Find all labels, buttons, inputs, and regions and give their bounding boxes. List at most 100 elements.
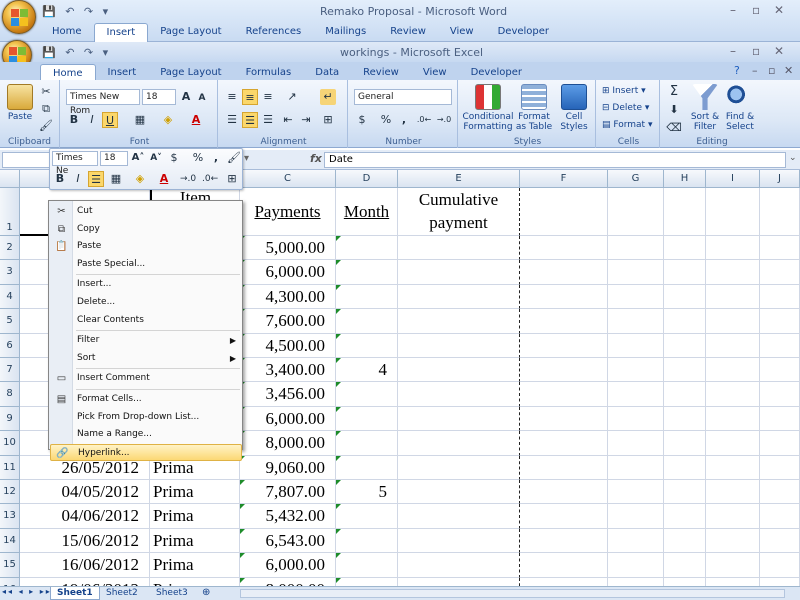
mini-grow-font-icon[interactable]: A˄ xyxy=(130,150,146,166)
shrink-font-button[interactable]: A xyxy=(194,90,210,106)
maximize-icon[interactable]: ▫ xyxy=(752,3,760,17)
cell-payment-row-6[interactable]: 4,500.00 xyxy=(240,333,336,358)
cell-i-row-12[interactable] xyxy=(706,480,760,505)
row-header-8[interactable]: 8 xyxy=(0,382,20,407)
cell-f-row-4[interactable] xyxy=(520,284,608,310)
menu-item-paste-special[interactable]: Paste Special... xyxy=(50,256,242,273)
word-tab-home[interactable]: Home xyxy=(40,23,94,42)
cell-cumulative-row-3[interactable] xyxy=(398,260,520,285)
minimize-icon[interactable]: – xyxy=(730,3,736,17)
column-header-h[interactable]: H xyxy=(664,170,706,188)
excel-quick-access-icons[interactable]: 💾 ↶ ↷ ▾ xyxy=(42,46,111,59)
delete-cells-button[interactable]: ⊟ Delete ▾ xyxy=(602,103,649,113)
cell-item-row-16[interactable]: Prima xyxy=(150,577,240,586)
percent-button[interactable]: % xyxy=(378,112,394,128)
font-size-box[interactable]: 18 xyxy=(142,89,176,105)
cell-month-row-7[interactable]: 4 xyxy=(336,358,398,383)
cell-f-row-2[interactable] xyxy=(520,236,608,261)
cell-month-row-14[interactable] xyxy=(336,528,398,554)
cell-h-row-5[interactable] xyxy=(664,309,706,334)
align-center-icon[interactable]: ☰ xyxy=(242,112,258,128)
row-header-4[interactable]: 4 xyxy=(0,284,20,310)
cell-f-row-12[interactable] xyxy=(520,480,608,505)
cell-month-row-6[interactable] xyxy=(336,333,398,358)
menu-item-name-a-range[interactable]: Name a Range... xyxy=(50,426,242,443)
clear-icon[interactable]: ⌫ xyxy=(666,120,682,136)
cell-payment-row-2[interactable]: 5,000.00 xyxy=(240,236,336,261)
cell-payment-row-15[interactable]: 6,000.00 xyxy=(240,553,336,578)
cell-cumulative-row-9[interactable] xyxy=(398,406,520,432)
menu-item-cut[interactable]: ✂ Cut xyxy=(50,203,242,220)
cell-payment-row-16[interactable]: 8,000.00 xyxy=(240,577,336,586)
wrap-text-icon[interactable]: ↵ xyxy=(320,89,336,105)
row-header-15[interactable]: 15 xyxy=(0,553,20,578)
cell-j-row-9[interactable] xyxy=(760,406,800,432)
cell-g-row-11[interactable] xyxy=(608,455,664,480)
cell-date-row-13[interactable]: 04/06/2012 xyxy=(20,504,150,529)
fill-icon[interactable]: ⬇ xyxy=(666,102,682,118)
cell-month-row-2[interactable] xyxy=(336,236,398,261)
mini-font-size[interactable]: 18 xyxy=(100,151,128,166)
cell-i-row-13[interactable] xyxy=(706,504,760,529)
insert-cells-button[interactable]: ⊞ Insert ▾ xyxy=(602,86,646,96)
align-bottom-icon[interactable]: ≡ xyxy=(260,89,276,105)
cell-month-row-12[interactable]: 5 xyxy=(336,480,398,505)
fill-color-icon[interactable]: ◈ xyxy=(160,112,176,128)
row-header-12[interactable]: 12 xyxy=(0,480,20,505)
mini-italic-button[interactable]: I xyxy=(70,171,86,187)
close-icon[interactable]: ✕ xyxy=(774,3,784,17)
cell-g-row-16[interactable] xyxy=(608,577,664,586)
word-tab-insert[interactable]: Insert xyxy=(93,23,149,42)
cell-cumulative-row-16[interactable] xyxy=(398,577,520,586)
cell-j-row-15[interactable] xyxy=(760,553,800,578)
cell-payment-row-7[interactable]: 3,400.00 xyxy=(240,358,336,383)
format-as-table-button[interactable]: Format as Table xyxy=(514,84,554,132)
align-right-icon[interactable]: ☰ xyxy=(260,112,276,128)
cell-date-row-12[interactable]: 04/05/2012 xyxy=(20,480,150,505)
ribbon-minimize-icon[interactable]: – xyxy=(752,64,758,77)
menu-item-copy[interactable]: ⧉ Copy xyxy=(50,221,242,238)
format-painter-icon[interactable]: 🖌 xyxy=(38,118,54,134)
word-tab-page-layout[interactable]: Page Layout xyxy=(148,23,233,42)
row-header-13[interactable]: 13 xyxy=(0,504,20,529)
cell-cumulative-row-7[interactable] xyxy=(398,358,520,383)
align-left-icon[interactable]: ☰ xyxy=(224,112,240,128)
cell-j-row-13[interactable] xyxy=(760,504,800,529)
name-box[interactable] xyxy=(2,152,50,168)
cell-f-row-6[interactable] xyxy=(520,333,608,358)
word-tab-view[interactable]: View xyxy=(438,23,486,42)
cell-item-row-14[interactable]: Prima xyxy=(150,528,240,554)
cell-date-row-15[interactable]: 16/06/2012 xyxy=(20,553,150,578)
mini-currency-button[interactable]: $ xyxy=(166,150,182,166)
cell-g-row-7[interactable] xyxy=(608,358,664,383)
italic-button[interactable]: I xyxy=(84,112,100,128)
cell-h-row-15[interactable] xyxy=(664,553,706,578)
cell-cumulative-row-10[interactable] xyxy=(398,431,520,456)
cell-g-row-2[interactable] xyxy=(608,236,664,261)
cell-cumulative-row-12[interactable] xyxy=(398,480,520,505)
cut-icon[interactable]: ✂ xyxy=(38,84,54,100)
cell-j-row-7[interactable] xyxy=(760,358,800,383)
cell-cumulative-row-2[interactable] xyxy=(398,236,520,261)
sheet-nav-arrows[interactable]: ◂◂ ◂ ▸ ▸▸ xyxy=(2,587,52,596)
cell-month-row-15[interactable] xyxy=(336,553,398,578)
cell-h-row-10[interactable] xyxy=(664,431,706,456)
select-all-corner[interactable] xyxy=(0,170,20,188)
menu-item-pick-from-drop-down-list[interactable]: Pick From Drop-down List... xyxy=(50,409,242,426)
excel-maximize-icon[interactable]: ▫ xyxy=(752,44,760,58)
bold-button[interactable]: B xyxy=(66,112,82,128)
cell-date-row-14[interactable]: 15/06/2012 xyxy=(20,528,150,554)
cell-month-row-9[interactable] xyxy=(336,406,398,432)
cell-item-row-15[interactable]: Prima xyxy=(150,553,240,578)
mini-format-painter-icon[interactable]: 🖌 xyxy=(226,150,242,166)
cell-g-row-13[interactable] xyxy=(608,504,664,529)
cell-g1[interactable] xyxy=(608,188,664,236)
excel-close-icon[interactable]: ✕ xyxy=(774,44,784,58)
word-tab-mailings[interactable]: Mailings xyxy=(313,23,378,42)
cell-g-row-6[interactable] xyxy=(608,333,664,358)
word-tab-developer[interactable]: Developer xyxy=(486,23,561,42)
cell-i-row-8[interactable] xyxy=(706,382,760,407)
horizontal-scrollbar[interactable] xyxy=(240,589,785,598)
word-tab-references[interactable]: References xyxy=(234,23,314,42)
cell-i-row-9[interactable] xyxy=(706,406,760,432)
